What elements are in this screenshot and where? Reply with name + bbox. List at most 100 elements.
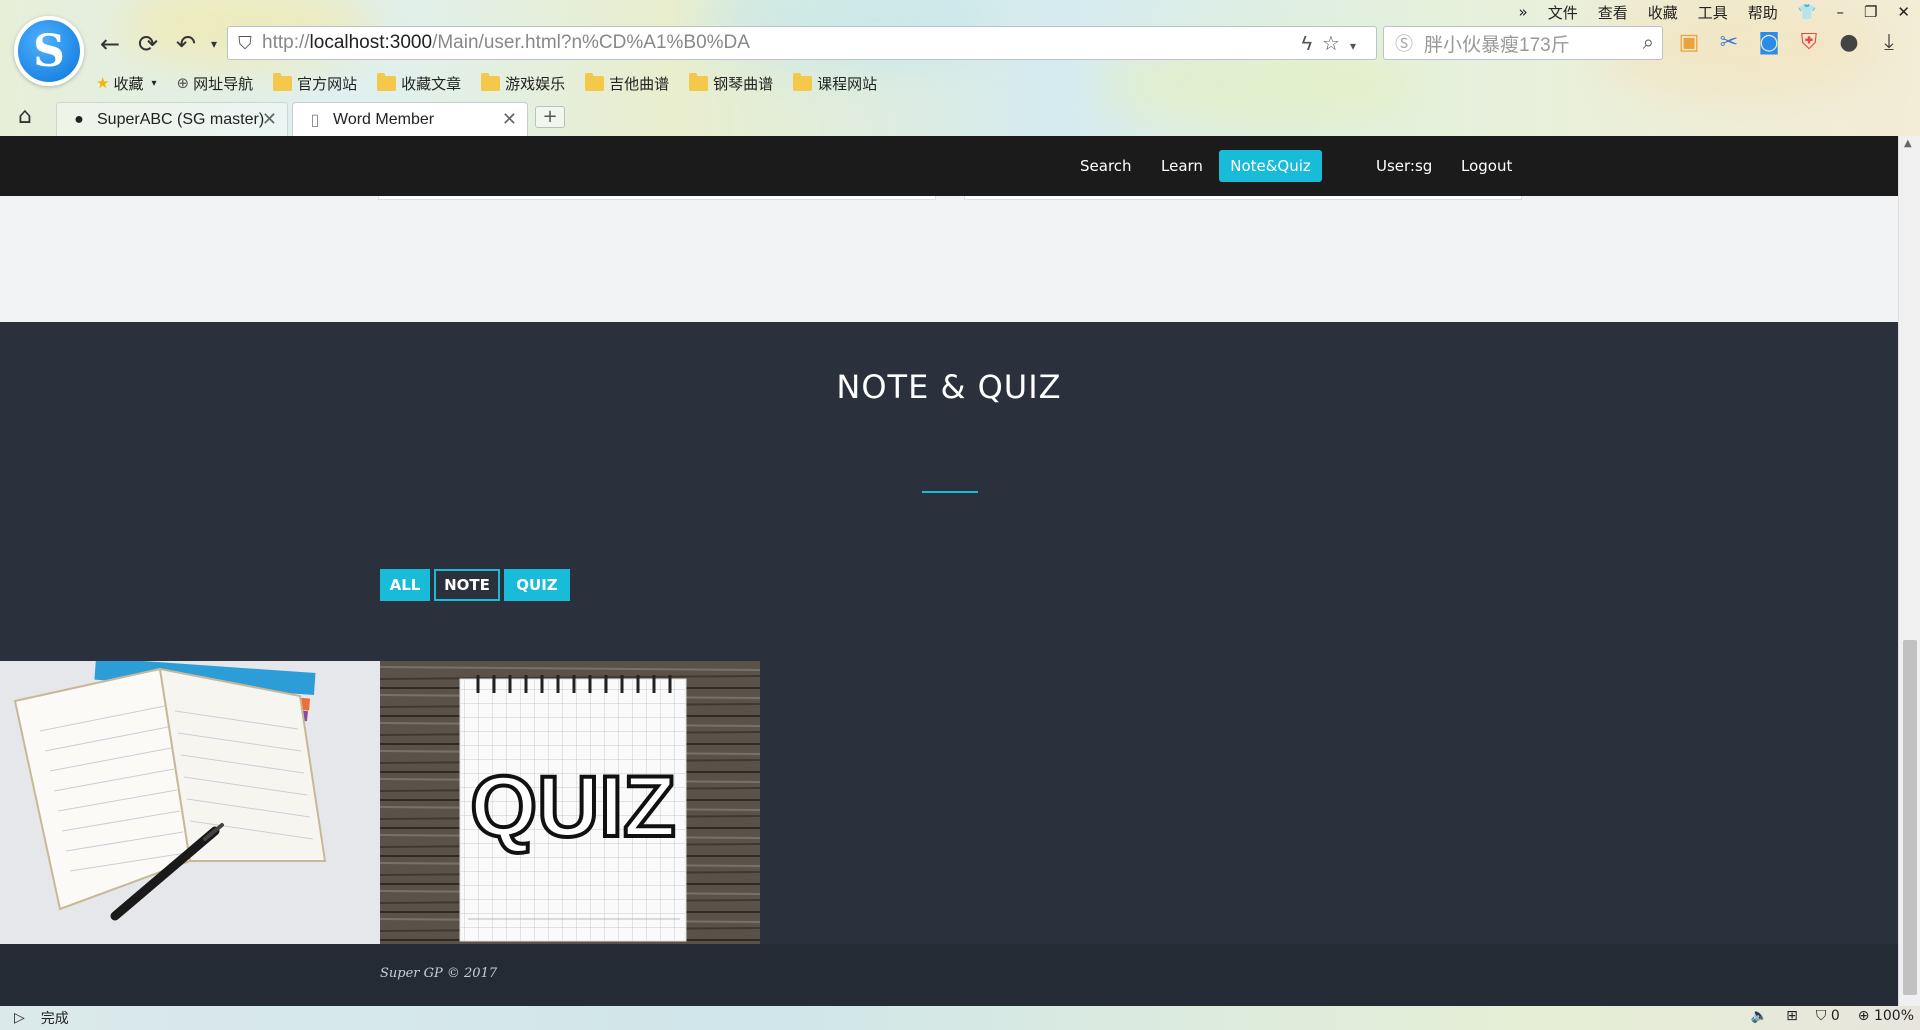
status-text: 完成 <box>40 1011 69 1027</box>
browser-chrome: S ← ⟳ ↶ ▾ » 文件 查看 收藏 工具 帮助 👕 – ❐ ✕ ⛉ htt… <box>0 0 1920 136</box>
back-icon[interactable]: ← <box>94 28 126 60</box>
nav-user[interactable]: User:sg <box>1362 150 1446 182</box>
chevron-down-icon: ▾ <box>151 77 157 89</box>
search-icon[interactable]: ⌕ <box>1643 32 1654 55</box>
bookmark-label: 钢琴曲谱 <box>713 74 774 93</box>
browser-logo[interactable]: S <box>14 16 84 86</box>
folder-icon <box>377 72 397 91</box>
minimize-icon[interactable]: – <box>1836 3 1844 21</box>
download-icon[interactable]: ⤓ <box>1876 30 1902 55</box>
tab-label: Word Member <box>333 110 435 128</box>
section-title: NOTE & QUIZ <box>836 368 1062 406</box>
title-divider <box>922 491 978 493</box>
bookmark-label: 吉他曲谱 <box>609 74 670 93</box>
scrollbar-thumb[interactable] <box>1903 640 1917 995</box>
skin-icon[interactable]: 👕 <box>1798 3 1817 21</box>
bookmark-folder-articles[interactable]: 收藏文章 <box>377 72 462 94</box>
status-bar: ▷ 完成 🔈 ⊞ ⛉ 0 ⊕ 100% <box>0 1006 1920 1030</box>
card-bottom-edge <box>378 196 936 200</box>
tab-superabc[interactable]: ● SuperABC (SG master) ✕ <box>56 102 288 136</box>
address-dropdown-icon[interactable]: ▾ <box>1350 39 1366 53</box>
nav-logout[interactable]: Logout <box>1447 150 1526 182</box>
scroll-up-icon[interactable]: ▲ <box>1904 138 1912 149</box>
page-viewport: Search Learn Note&Quiz User:sg Logout NO… <box>0 136 1898 1006</box>
menu-tools[interactable]: 工具 <box>1698 2 1728 23</box>
undo-dropdown-icon[interactable]: ▾ <box>198 28 230 60</box>
notes-extension-icon[interactable]: ▣ <box>1676 30 1702 55</box>
bookmark-label: 收藏文章 <box>401 74 462 93</box>
address-bar[interactable]: ⛉ http://localhost:3000/Main/user.html?n… <box>227 26 1377 60</box>
search-input[interactable]: 胖小伙暴瘦173斤 <box>1424 30 1570 57</box>
menu-file[interactable]: 文件 <box>1548 2 1578 23</box>
status-right: 🔈 ⊞ ⛉ 0 ⊕ 100% <box>1751 1008 1914 1024</box>
filter-note-button[interactable]: NOTE <box>434 569 500 601</box>
document-icon: ▯ <box>310 111 320 129</box>
bookmark-favorites[interactable]: ★ 收藏 ▾ <box>96 73 157 94</box>
github-icon: ● <box>74 110 84 128</box>
bookmark-folder-games[interactable]: 游戏娱乐 <box>481 72 566 94</box>
site-footer: Super GP © 2017 <box>0 944 1898 1006</box>
adblock-count: 0 <box>1830 1008 1840 1024</box>
more-icon[interactable]: » <box>1519 3 1528 21</box>
close-tab-icon[interactable]: ✕ <box>262 109 277 130</box>
network-icon[interactable]: ⊞ <box>1786 1008 1798 1024</box>
bookmark-star-icon[interactable]: ☆ <box>1322 33 1350 55</box>
bookmarks-bar: ★ 收藏 ▾ ⊕ 网址导航 官方网站 收藏文章 游戏娱乐 吉他曲谱 钢琴曲谱 课… <box>96 70 897 96</box>
filter-all-button[interactable]: ALL <box>380 569 430 601</box>
bookmark-label: 游戏娱乐 <box>505 74 566 93</box>
security-shield-icon: ⛉ <box>238 32 252 53</box>
menu-favorites[interactable]: 收藏 <box>1648 2 1678 23</box>
card-bottom-edge <box>964 196 1522 200</box>
filter-quiz-button[interactable]: QUIZ <box>504 569 570 601</box>
zoom-indicator[interactable]: ⊕ 100% <box>1858 1008 1914 1024</box>
screenshot-scissors-icon[interactable]: ✂ <box>1716 30 1742 55</box>
bookmark-nav[interactable]: ⊕ 网址导航 <box>177 73 254 94</box>
page-scrollbar[interactable]: ▲ <box>1898 136 1920 1006</box>
folder-icon <box>689 72 709 91</box>
translate-extension-icon[interactable]: ◙ <box>1756 30 1782 55</box>
quiz-thumbnail[interactable]: QUIZ <box>380 661 760 945</box>
extension-icons: ▣ ✂ ◙ ⛨ ● ⤓ <box>1676 30 1902 55</box>
menu-dots-icon[interactable]: ● <box>1836 30 1862 55</box>
menu-help[interactable]: 帮助 <box>1748 2 1778 23</box>
tab-word-member[interactable]: ▯ Word Member ✕ <box>292 102 528 136</box>
nav-notequiz[interactable]: Note&Quiz <box>1219 150 1322 182</box>
bookmark-folder-piano[interactable]: 钢琴曲谱 <box>689 72 774 94</box>
refresh-icon[interactable]: ⟳ <box>132 28 164 60</box>
browser-menu: » 文件 查看 收藏 工具 帮助 👕 – ❐ ✕ <box>1509 0 1920 24</box>
site-navbar: Search Learn Note&Quiz User:sg Logout <box>0 136 1898 196</box>
play-icon[interactable]: ▷ <box>14 1010 25 1026</box>
bookmark-folder-official[interactable]: 官方网站 <box>273 72 358 94</box>
close-window-icon[interactable]: ✕ <box>1897 3 1910 21</box>
security-extension-icon[interactable]: ⛨ <box>1796 30 1822 55</box>
notebook-pen-image <box>0 661 380 945</box>
quiz-image-text: QUIZ <box>470 759 675 855</box>
tab-label: SuperABC (SG master) <box>97 110 265 128</box>
new-tab-button[interactable]: + <box>535 106 565 128</box>
address-bar-actions: ϟ☆▾ <box>1301 31 1366 56</box>
note-thumbnail[interactable] <box>0 661 380 945</box>
bookmark-label: 课程网站 <box>817 74 878 93</box>
folder-icon <box>585 72 605 91</box>
adblock-icon[interactable]: ⛉ 0 <box>1816 1008 1840 1024</box>
speaker-icon[interactable]: 🔈 <box>1751 1008 1768 1024</box>
search-bar[interactable]: Ⓢ 胖小伙暴瘦173斤 ⌕ <box>1383 26 1663 60</box>
bookmark-label: 网址导航 <box>193 74 254 93</box>
home-icon[interactable]: ⌂ <box>18 104 32 129</box>
close-tab-icon[interactable]: ✕ <box>502 109 517 130</box>
url-path: /Main/user.html?n%CD%A1%B0%DA <box>432 32 750 53</box>
globe-icon: ⊕ <box>176 74 190 92</box>
bookmark-label: 官方网站 <box>297 74 358 93</box>
nav-learn[interactable]: Learn <box>1147 150 1217 182</box>
lightning-icon[interactable]: ϟ <box>1301 33 1322 55</box>
menu-view[interactable]: 查看 <box>1598 2 1628 23</box>
search-engine-icon[interactable]: Ⓢ <box>1384 30 1424 56</box>
bookmark-folder-courses[interactable]: 课程网站 <box>793 72 878 94</box>
url-host: localhost:3000 <box>309 32 433 53</box>
bookmark-folder-guitar[interactable]: 吉他曲谱 <box>585 72 670 94</box>
folder-icon <box>273 72 293 91</box>
restore-icon[interactable]: ❐ <box>1864 3 1877 21</box>
zoom-level: 100% <box>1873 1008 1914 1024</box>
nav-search[interactable]: Search <box>1066 150 1146 182</box>
star-icon: ★ <box>96 74 110 92</box>
